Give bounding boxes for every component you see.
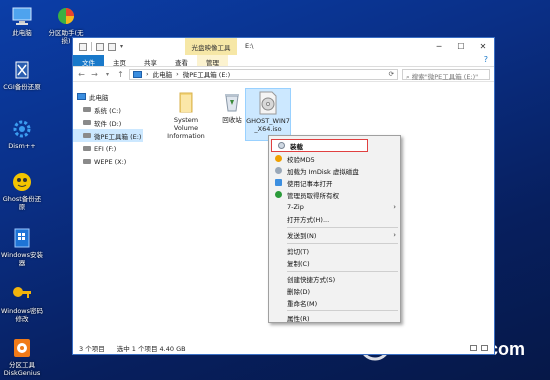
window-title: E:\	[245, 42, 254, 50]
menu-separator	[287, 227, 398, 228]
tab-home[interactable]: 主页	[104, 55, 135, 67]
drive-icon	[83, 146, 91, 151]
menu-separator	[287, 243, 398, 244]
menu-item-take-ownership[interactable]: 管理员取得所有权	[269, 189, 400, 200]
tab-share[interactable]: 共享	[135, 55, 166, 67]
ghost-icon	[9, 170, 35, 194]
disc-icon	[277, 142, 285, 149]
windows-installer-icon	[9, 226, 35, 250]
close-button[interactable]: ✕	[472, 38, 494, 55]
computer-icon	[133, 70, 142, 78]
file-item-system-volume[interactable]: System Volume Information	[163, 88, 209, 140]
context-tab-label: 光盘映像工具	[185, 38, 237, 55]
desktop-icon-this-pc[interactable]: 此电脑	[0, 4, 44, 37]
up-arrow-icon[interactable]: ↑	[116, 70, 125, 79]
menu-item-create-shortcut[interactable]: 创建快捷方式(S)	[269, 273, 400, 284]
back-arrow-icon[interactable]: ←	[77, 70, 86, 79]
menu-item-cut[interactable]: 剪切(T)	[269, 245, 400, 256]
drive-icon	[83, 159, 91, 164]
maximize-button[interactable]: ☐	[450, 38, 472, 55]
nav-item-drive-d[interactable]: 软件 (D:)	[73, 116, 143, 129]
drive-icon	[83, 120, 91, 125]
menu-separator	[287, 271, 398, 272]
help-button[interactable]: ?	[478, 55, 494, 66]
address-row: ← → ▾ ↑ › 此电脑 › 微PE工具箱 (E:) ⟳ ⌕ 搜索"微PE工具…	[73, 67, 494, 82]
menu-item-send-to[interactable]: 发送到(N) ›	[269, 229, 400, 240]
chevron-down-icon[interactable]: ▾	[120, 43, 123, 50]
breadcrumb-this-pc[interactable]: 此电脑	[153, 69, 173, 79]
quick-access-toolbar: ▾	[73, 38, 185, 55]
large-icons-view-icon[interactable]	[481, 345, 488, 351]
md5-shield-icon	[274, 155, 282, 162]
address-bar[interactable]: › 此电脑 › 微PE工具箱 (E:) ⟳	[129, 68, 398, 80]
nav-item-drive-x[interactable]: WEPE (X:)	[73, 155, 143, 168]
notepad-icon	[274, 179, 282, 186]
desktop-icon-cgi[interactable]: CGI备份还原	[0, 58, 44, 91]
forward-arrow-icon[interactable]: →	[90, 70, 99, 79]
nav-item-drive-c[interactable]: 系统 (C:)	[73, 103, 143, 116]
folder-icon	[163, 90, 209, 114]
properties-icon[interactable]	[96, 42, 104, 51]
desktop-icon-password[interactable]: Windows密码修改	[0, 282, 44, 323]
toolbar-divider	[91, 42, 92, 51]
details-view-icon[interactable]	[470, 345, 477, 351]
imdisk-icon	[274, 167, 282, 174]
desktop: 此电脑 分区助手(无损) CGI备份还原 Dism++ Ghost备份还原 Wi…	[0, 0, 550, 380]
nav-item-drive-f[interactable]: EFI (F:)	[73, 142, 143, 155]
menu-item-rename[interactable]: 重命名(M)	[269, 297, 400, 308]
drive-icon	[83, 133, 91, 138]
menu-item-properties[interactable]: 属性(R)	[269, 312, 400, 323]
partition-assistant-icon	[53, 4, 79, 28]
status-bar: 3 个项目 选中 1 个项目 4.40 GB	[73, 342, 494, 354]
dism-gear-icon	[9, 117, 35, 141]
navigation-pane: 此电脑 系统 (C:) 软件 (D:) 微PE工具箱 (E:) EFI (F:)…	[73, 83, 143, 342]
menu-item-copy[interactable]: 复制(C)	[269, 257, 400, 268]
selection-info: 选中 1 个项目 4.40 GB	[116, 345, 186, 353]
item-count: 3 个项目	[79, 345, 105, 353]
minimize-button[interactable]: ─	[428, 38, 450, 55]
desktop-icon-ghost[interactable]: Ghost备份还原	[0, 170, 44, 211]
computer-icon	[9, 4, 35, 28]
menu-item-notepad[interactable]: 使用记事本打开	[269, 177, 400, 188]
new-folder-icon[interactable]	[108, 42, 116, 51]
key-icon	[9, 282, 35, 306]
tab-view[interactable]: 查看	[166, 55, 197, 67]
file-item-ghost-iso[interactable]: GHOST_WIN7_X64.iso	[245, 88, 291, 141]
menu-separator	[287, 310, 398, 311]
desktop-icon-windows-installer[interactable]: Windows安装器	[0, 226, 44, 267]
menu-item-delete[interactable]: 删除(D)	[269, 285, 400, 296]
menu-item-open-with[interactable]: 打开方式(H)...	[269, 213, 400, 224]
recent-chevron-icon[interactable]: ▾	[103, 71, 112, 78]
iso-disc-icon	[246, 91, 290, 115]
title-bar[interactable]: ▾ 光盘映像工具 E:\ ─ ☐ ✕	[73, 38, 494, 55]
drive-icon	[83, 107, 91, 112]
context-menu: 装载 校验MD5 加载为 ImDisk 虚拟磁盘 使用记事本打开 管理员取得所有…	[268, 135, 401, 323]
menu-item-md5[interactable]: 校验MD5	[269, 153, 400, 164]
cgi-backup-icon	[9, 58, 35, 82]
tab-file[interactable]: 文件	[73, 55, 104, 67]
nav-item-this-pc[interactable]: 此电脑	[73, 90, 143, 103]
computer-icon	[77, 93, 86, 100]
search-input[interactable]: ⌕ 搜索"微PE工具箱 (E:)"	[402, 68, 490, 81]
nav-item-drive-e[interactable]: 微PE工具箱 (E:)	[73, 129, 143, 142]
menu-item-mount[interactable]: 装载	[271, 139, 368, 152]
menu-item-imdisk[interactable]: 加载为 ImDisk 虚拟磁盘	[269, 165, 400, 176]
ribbon-tabs: 文件 主页 共享 查看 管理 ?	[73, 55, 494, 67]
admin-shield-icon	[274, 191, 282, 198]
menu-item-7zip[interactable]: 7-Zip ›	[269, 201, 400, 212]
tab-manage[interactable]: 管理	[197, 55, 228, 67]
folder-icon[interactable]	[79, 42, 87, 51]
chevron-right-icon: ›	[393, 202, 396, 211]
desktop-icon-dism[interactable]: Dism++	[0, 117, 44, 150]
diskgenius-icon	[9, 336, 35, 360]
chevron-right-icon: ›	[393, 230, 396, 239]
breadcrumb-drive-e[interactable]: 微PE工具箱 (E:)	[183, 69, 230, 79]
refresh-icon[interactable]: ⟳	[389, 70, 394, 78]
desktop-icon-diskgenius[interactable]: 分区工具DiskGenius	[0, 336, 44, 377]
